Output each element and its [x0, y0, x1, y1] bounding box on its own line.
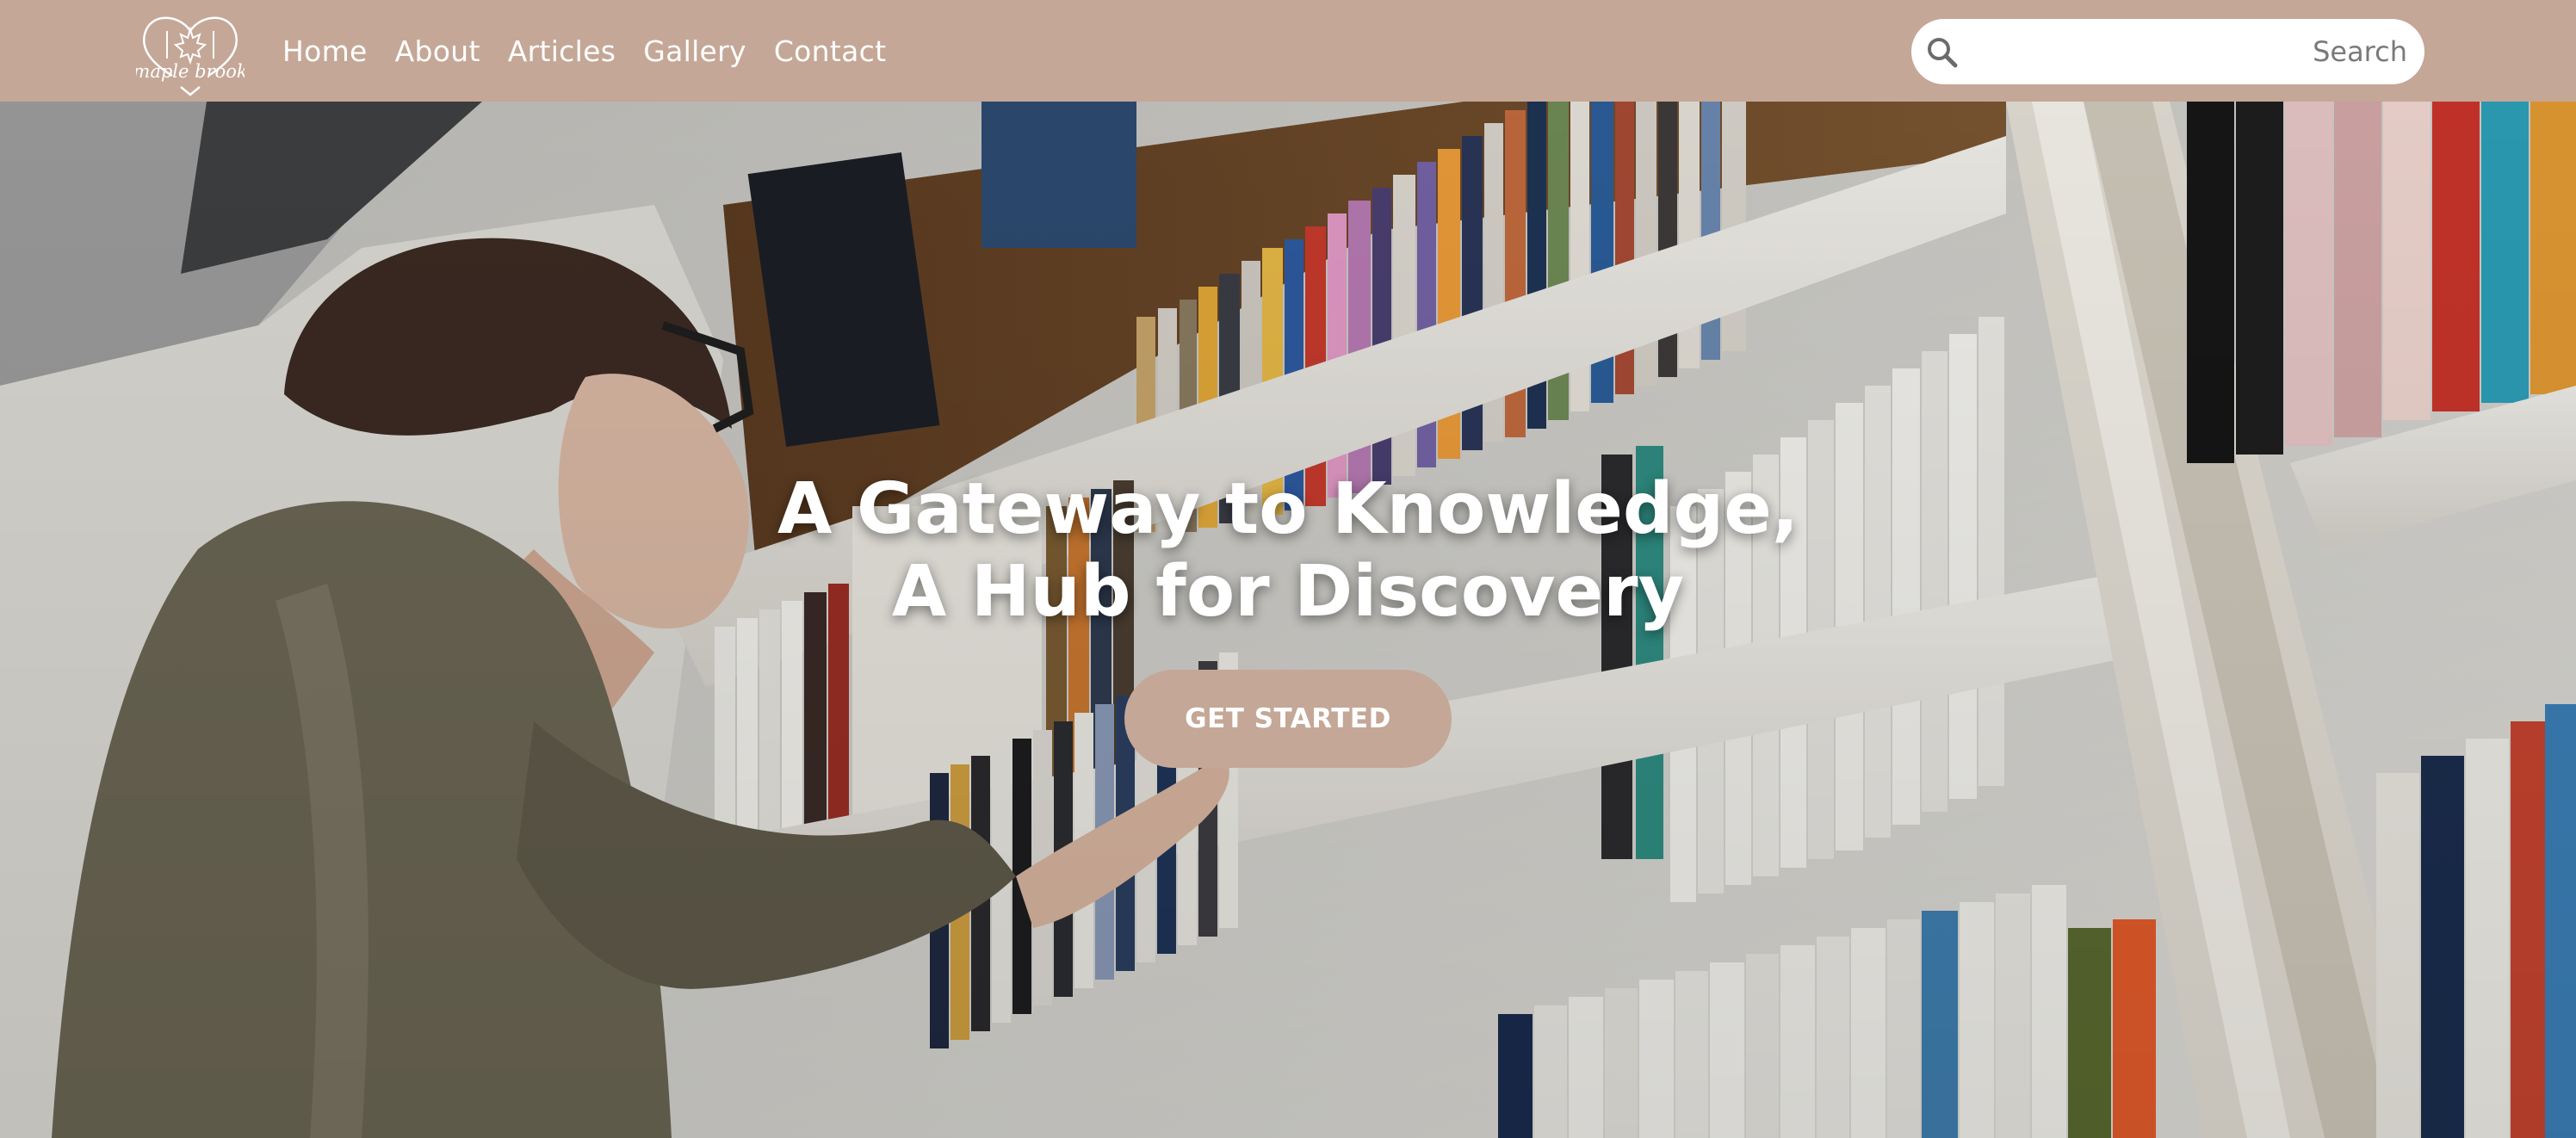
hero-title-line-2: A Hub for Discovery: [891, 551, 1685, 633]
main-nav: Home About Articles Gallery Contact: [282, 0, 886, 102]
maple-brook-logo-icon: maple brook: [136, 16, 245, 96]
nav-gallery[interactable]: Gallery: [643, 34, 746, 68]
top-navbar: maple brook Home About Articles Gallery …: [0, 0, 2576, 102]
hero-title-line-1: A Gateway to Knowledge,: [777, 468, 1799, 550]
nav-about[interactable]: About: [395, 34, 480, 68]
get-started-button[interactable]: GET STARTED: [1124, 670, 1452, 768]
search-box: [1911, 19, 2424, 84]
nav-articles[interactable]: Articles: [508, 34, 616, 68]
search-icon[interactable]: [1925, 35, 1960, 70]
logo-text: maple brook: [136, 61, 245, 82]
hero-section: A Gateway to Knowledge, A Hub for Discov…: [0, 102, 2576, 1138]
brand-logo[interactable]: maple brook: [136, 5, 245, 96]
hero-title: A Gateway to Knowledge, A Hub for Discov…: [0, 468, 2576, 634]
search-input[interactable]: [1972, 19, 2407, 84]
nav-contact[interactable]: Contact: [774, 34, 887, 68]
nav-home[interactable]: Home: [282, 34, 368, 68]
